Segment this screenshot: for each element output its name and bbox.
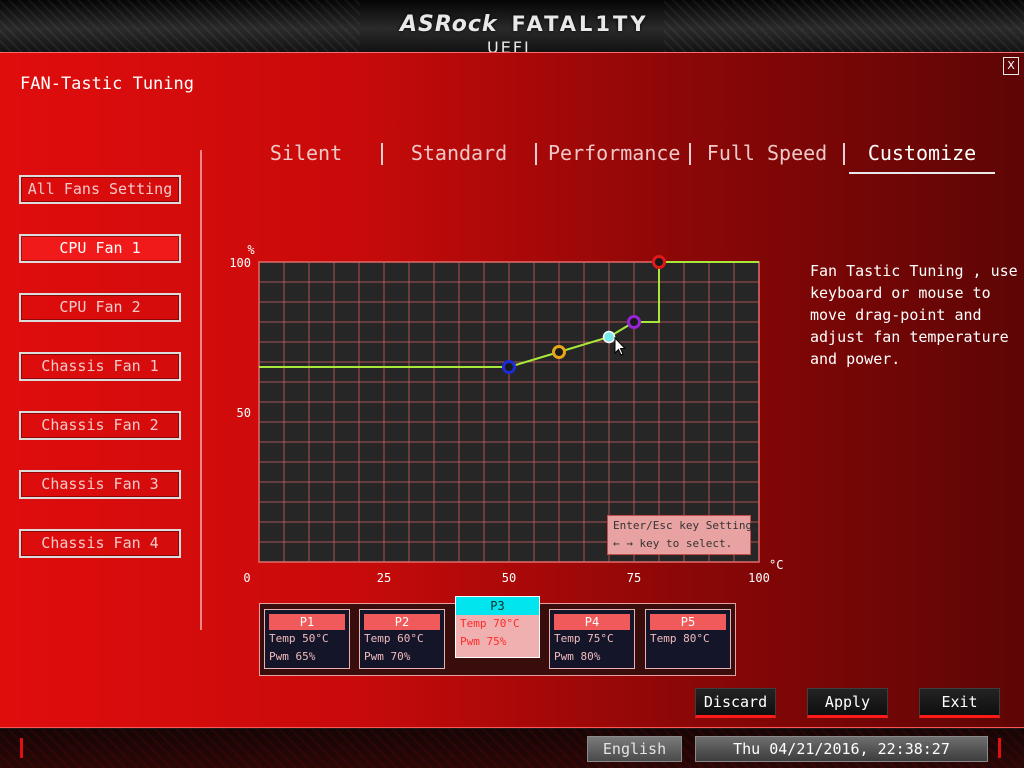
drag-point-p5[interactable] — [652, 255, 666, 269]
drag-point-p2[interactable] — [552, 345, 566, 359]
hint-line-2: ← → key to select. — [613, 537, 733, 550]
x-axis-unit: °C — [769, 558, 783, 572]
apply-button[interactable]: Apply — [807, 688, 888, 718]
drag-point-p1[interactable] — [502, 360, 516, 374]
tab-full-speed[interactable]: Full Speed — [700, 138, 834, 174]
point-card-title: P4 — [554, 614, 630, 630]
y-tick-label: 50 — [237, 406, 251, 420]
page-title: FAN-Tastic Tuning — [20, 74, 194, 94]
x-tick-label: 0 — [243, 571, 250, 585]
tab-separator — [689, 143, 691, 165]
y-axis-unit: % — [247, 243, 255, 257]
sidebar-divider — [200, 150, 202, 630]
status-accent-right — [998, 738, 1001, 758]
mouse-cursor-icon — [614, 337, 626, 356]
point-card-p2[interactable]: P2 Temp 60°C Pwm 70% — [359, 609, 445, 669]
point-card-temp: Temp 50°C — [269, 632, 329, 645]
top-banner: ASRock FATAL1TY UEFI — [0, 0, 1024, 52]
sidebar-item-chassis-fan-2[interactable]: Chassis Fan 2 — [19, 411, 181, 440]
tab-silent[interactable]: Silent — [250, 138, 362, 174]
sidebar-item-cpu-fan-1[interactable]: CPU Fan 1 — [19, 234, 181, 263]
point-card-pwm: Pwm 75% — [460, 635, 507, 648]
point-card-pwm: Pwm 65% — [269, 650, 316, 663]
tab-separator — [381, 143, 383, 165]
tab-standard[interactable]: Standard — [400, 138, 518, 174]
drag-point-p3[interactable] — [602, 330, 616, 344]
brand-secondary: FATAL1TY — [511, 12, 649, 36]
point-card-pwm: Pwm 70% — [364, 650, 411, 663]
sidebar-item-chassis-fan-1[interactable]: Chassis Fan 1 — [19, 352, 181, 381]
x-tick-label: 50 — [502, 571, 516, 585]
point-card-temp: Temp 75°C — [554, 632, 614, 645]
sidebar-item-cpu-fan-2[interactable]: CPU Fan 2 — [19, 293, 181, 322]
point-card-temp: Temp 70°C — [460, 617, 520, 630]
tab-separator — [843, 143, 845, 165]
sidebar-item-chassis-fan-3[interactable]: Chassis Fan 3 — [19, 470, 181, 499]
tab-performance[interactable]: Performance — [548, 138, 680, 174]
brand-sub: UEFI — [487, 38, 531, 52]
point-card-title: P2 — [364, 614, 440, 630]
sidebar-item-chassis-fan-4[interactable]: Chassis Fan 4 — [19, 529, 181, 558]
language-button[interactable]: English — [587, 736, 682, 762]
status-accent-left — [20, 738, 23, 758]
close-button[interactable]: X — [1003, 57, 1019, 75]
discard-button[interactable]: Discard — [695, 688, 776, 718]
point-card-title: P1 — [269, 614, 345, 630]
y-tick-label: 100 — [229, 256, 251, 270]
drag-point-p4[interactable] — [627, 315, 641, 329]
point-card-p3[interactable]: P3 Temp 70°C Pwm 75% — [455, 596, 540, 658]
x-tick-label: 25 — [377, 571, 391, 585]
point-card-temp: Temp 80°C — [650, 632, 710, 645]
exit-button[interactable]: Exit — [919, 688, 1000, 718]
point-card-title: P5 — [650, 614, 726, 630]
x-tick-label: 75 — [627, 571, 641, 585]
x-tick-label: 100 — [748, 571, 770, 585]
point-card-p1[interactable]: P1 Temp 50°C Pwm 65% — [264, 609, 350, 669]
point-card-temp: Temp 60°C — [364, 632, 424, 645]
tab-customize[interactable]: Customize — [849, 138, 995, 174]
sidebar-item-all-fans-setting[interactable]: All Fans Setting — [19, 175, 181, 204]
tab-separator — [535, 143, 537, 165]
datetime-display: Thu 04/21/2016, 22:38:27 — [695, 736, 988, 762]
point-card-title: P3 — [456, 597, 539, 615]
hint-line-1: Enter/Esc key Setting. — [613, 519, 759, 532]
key-hint-tooltip: Enter/Esc key Setting. ← → key to select… — [607, 515, 759, 555]
point-card-pwm: Pwm 80% — [554, 650, 601, 663]
point-card-p5[interactable]: P5 Temp 80°C — [645, 609, 731, 669]
instructions-text: Fan Tastic Tuning , use keyboard or mous… — [810, 262, 1018, 368]
brand-primary: ASRock — [400, 12, 498, 37]
point-card-p4[interactable]: P4 Temp 75°C Pwm 80% — [549, 609, 635, 669]
